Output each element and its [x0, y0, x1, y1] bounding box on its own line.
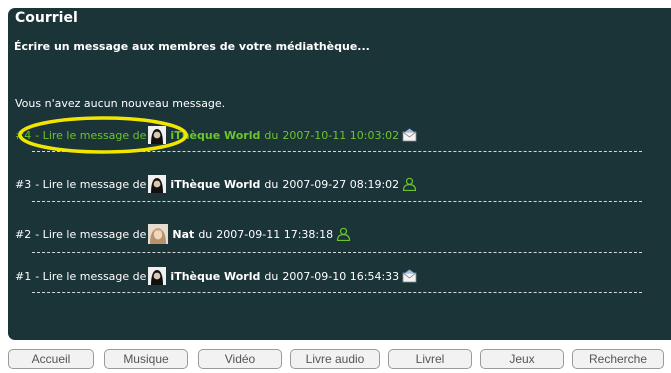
no-new-message-notice: Vous n'avez aucun nouveau message.	[15, 97, 226, 110]
read-message-link[interactable]: - Lire le message de	[35, 228, 146, 241]
message-row: #2 - Lire le message de Nat du 2007-09-1…	[15, 222, 351, 246]
read-message-link[interactable]: - Lire le message de	[35, 178, 146, 191]
mail-panel: Courriel Écrire un message aux membres d…	[8, 8, 671, 340]
message-divider	[32, 292, 642, 293]
compose-message-link[interactable]: Écrire un message aux membres de votre m…	[14, 40, 370, 53]
avatar[interactable]	[148, 175, 167, 193]
nav-button-jeux[interactable]: Jeux	[480, 349, 564, 369]
nav-button-livre-audio[interactable]: Livre audio	[290, 349, 380, 369]
envelope-icon	[402, 269, 417, 283]
message-number: #2	[15, 227, 32, 241]
message-number: #1	[15, 269, 32, 283]
nav-button-recherche[interactable]: Recherche	[572, 349, 664, 369]
message-divider	[32, 201, 642, 202]
nav-button-accueil[interactable]: Accueil	[8, 349, 94, 369]
message-row: #3 - Lire le message de iThèque World du…	[15, 172, 417, 196]
envelope-icon	[402, 128, 417, 142]
message-row: #4 - Lire le message de iThèque World du…	[15, 123, 417, 147]
message-number: #3	[15, 177, 32, 191]
avatar[interactable]	[148, 224, 169, 244]
message-number: #4	[15, 128, 32, 142]
message-author[interactable]: iThèque World	[170, 270, 260, 283]
message-author[interactable]: iThèque World	[170, 178, 260, 191]
nav-button-livrel[interactable]: Livrel	[388, 349, 472, 369]
message-author[interactable]: iThèque World	[170, 129, 260, 142]
message-divider	[32, 151, 642, 152]
message-date: 2007-09-27 08:19:02	[282, 177, 400, 191]
message-author[interactable]: Nat	[172, 228, 194, 241]
user-icon	[336, 227, 351, 242]
read-message-link[interactable]: - Lire le message de	[35, 129, 146, 142]
panel-title: Courriel	[15, 10, 78, 26]
message-date: 2007-10-11 10:03:02	[282, 128, 400, 142]
date-prefix: du	[264, 128, 279, 142]
read-message-link[interactable]: - Lire le message de	[35, 270, 146, 283]
date-prefix: du	[264, 177, 279, 191]
user-icon	[402, 177, 417, 192]
avatar[interactable]	[148, 126, 167, 144]
nav-button-musique[interactable]: Musique	[104, 349, 188, 369]
message-row: #1 - Lire le message de iThèque World du…	[15, 264, 417, 288]
date-prefix: du	[198, 227, 213, 241]
message-divider	[32, 252, 642, 253]
message-date: 2007-09-11 17:38:18	[216, 227, 334, 241]
date-prefix: du	[264, 269, 279, 283]
nav-button-video[interactable]: Vidéo	[198, 349, 282, 369]
avatar[interactable]	[148, 267, 167, 285]
navigation-bar: Accueil Musique Vidéo Livre audio Livrel…	[8, 349, 668, 373]
message-date: 2007-09-10 16:54:33	[282, 269, 400, 283]
